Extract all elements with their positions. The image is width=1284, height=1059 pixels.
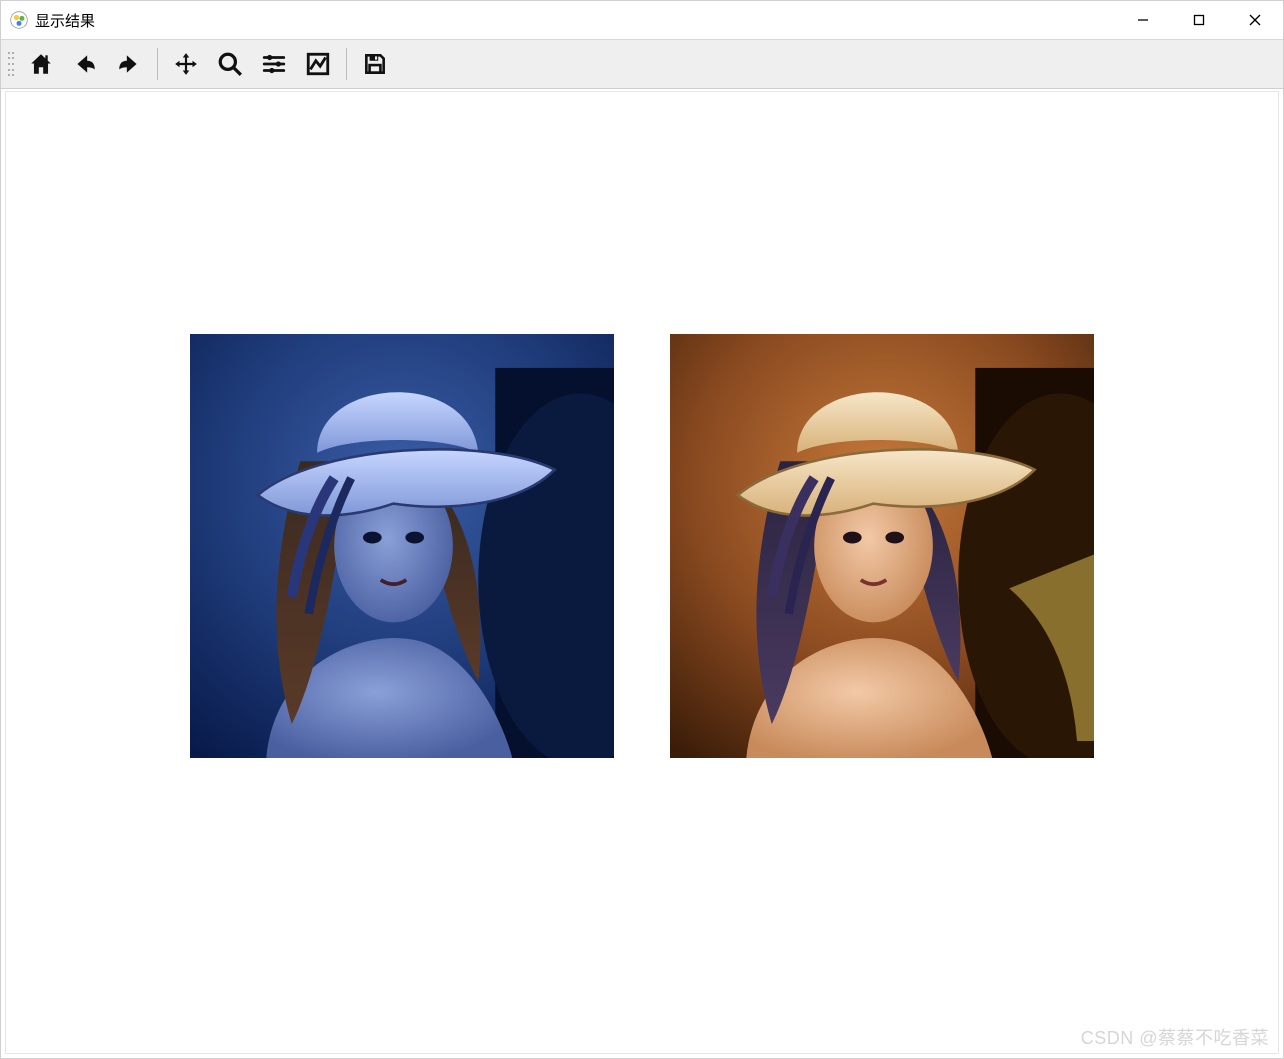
toolbar: [1, 39, 1283, 89]
subplot-row: [6, 334, 1278, 758]
right-image-panel: [670, 334, 1094, 758]
zoom-button[interactable]: [208, 42, 252, 86]
window-controls: [1115, 1, 1283, 39]
titlebar-left: 显示结果: [9, 10, 95, 31]
close-button[interactable]: [1227, 1, 1283, 39]
toolbar-separator: [346, 48, 347, 80]
maximize-button[interactable]: [1171, 1, 1227, 39]
back-button[interactable]: [63, 42, 107, 86]
home-button[interactable]: [19, 42, 63, 86]
figure-canvas[interactable]: [5, 91, 1279, 1054]
titlebar: 显示结果: [1, 1, 1283, 39]
edit-axes-button[interactable]: [296, 42, 340, 86]
app-icon: [9, 10, 29, 30]
pan-button[interactable]: [164, 42, 208, 86]
left-image-panel: [190, 334, 614, 758]
minimize-button[interactable]: [1115, 1, 1171, 39]
forward-button[interactable]: [107, 42, 151, 86]
toolbar-grip: [7, 44, 15, 84]
left-image: [190, 334, 614, 758]
configure-subplots-button[interactable]: [252, 42, 296, 86]
right-image: [670, 334, 1094, 758]
toolbar-separator: [157, 48, 158, 80]
window-title: 显示结果: [35, 10, 95, 31]
save-button[interactable]: [353, 42, 397, 86]
